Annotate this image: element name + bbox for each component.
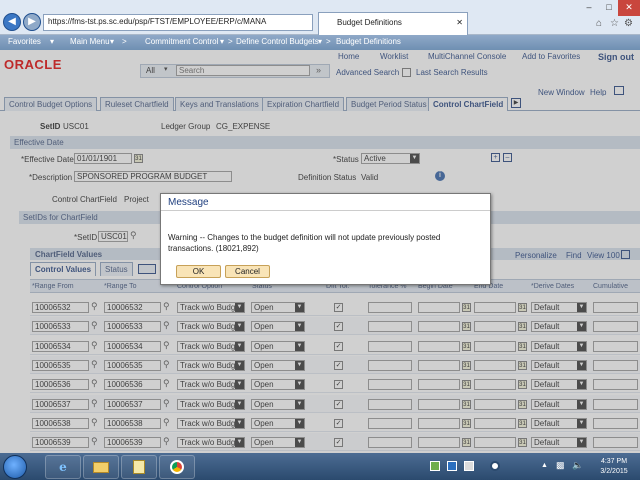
nav-current[interactable]: Budget Definitions bbox=[336, 37, 401, 46]
volume-icon[interactable]: 🔈 bbox=[572, 460, 583, 471]
nav-define-budgets[interactable]: Define Control Budgets bbox=[236, 37, 319, 46]
dropdown-icon: ▾ bbox=[220, 37, 225, 46]
tray-app-icon[interactable] bbox=[447, 461, 457, 471]
close-window-button[interactable]: ✕ bbox=[618, 0, 640, 16]
nav-commitment-control[interactable]: Commitment Control bbox=[145, 37, 218, 46]
minimize-button[interactable]: – bbox=[578, 0, 600, 16]
clock-date: 3/2/2015 bbox=[600, 468, 628, 475]
address-bar[interactable]: https://fms-tst.ps.sc.edu/psp/FTST/EMPLO… bbox=[43, 14, 313, 31]
internet-explorer-icon[interactable]: e bbox=[45, 455, 81, 479]
ok-button[interactable]: OK bbox=[176, 265, 221, 278]
breadcrumb-separator-icon: > bbox=[228, 37, 233, 46]
url-text: https://fms-tst.ps.sc.edu/psp/FTST/EMPLO… bbox=[48, 17, 267, 26]
file-explorer-icon[interactable] bbox=[83, 455, 119, 479]
dropdown-icon: ▾ bbox=[318, 37, 323, 46]
forward-icon[interactable]: ▶ bbox=[23, 13, 41, 31]
dropdown-icon: ▾ bbox=[50, 37, 55, 46]
cancel-button[interactable]: Cancel bbox=[225, 265, 270, 278]
system-clock[interactable]: 4:37 PM 3/2/2015 bbox=[590, 457, 638, 477]
favorites-star-icon[interactable]: ☆ bbox=[610, 18, 619, 29]
notes-app-icon[interactable] bbox=[121, 455, 157, 479]
network-icon[interactable]: ▩ bbox=[556, 460, 565, 471]
clock-time: 4:37 PM bbox=[600, 458, 628, 465]
navigation-bar: Favorites ▾ Main Menu ▾ > Commitment Con… bbox=[0, 35, 640, 50]
breadcrumb-separator-icon: > bbox=[122, 37, 127, 46]
breadcrumb-separator-icon: > bbox=[326, 37, 331, 46]
tray-app-icon[interactable] bbox=[430, 461, 440, 471]
maximize-button[interactable]: □ bbox=[598, 0, 620, 16]
close-tab-icon[interactable]: ✕ bbox=[456, 18, 463, 27]
tab-title: Budget Definitions bbox=[337, 18, 402, 27]
dropdown-icon: ▾ bbox=[110, 37, 115, 46]
tray-app-icon[interactable] bbox=[464, 461, 474, 471]
nav-favorites[interactable]: Favorites bbox=[8, 37, 41, 46]
settings-gear-icon[interactable]: ⚙ bbox=[624, 18, 633, 29]
back-icon[interactable]: ◀ bbox=[3, 13, 21, 31]
dialog-title: Message bbox=[161, 194, 490, 211]
message-dialog: Message Warning -- Changes to the budget… bbox=[160, 193, 491, 285]
dialog-message: Warning -- Changes to the budget definit… bbox=[168, 233, 441, 253]
nav-main-menu[interactable]: Main Menu bbox=[70, 37, 110, 46]
start-button[interactable] bbox=[3, 455, 27, 479]
home-icon[interactable]: ⌂ bbox=[596, 18, 602, 29]
browser-tab[interactable]: Budget Definitions ✕ bbox=[318, 12, 468, 35]
tray-app-icon[interactable] bbox=[490, 461, 500, 471]
chrome-icon[interactable] bbox=[159, 455, 195, 479]
tray-expand-icon[interactable]: ▲ bbox=[541, 462, 548, 469]
